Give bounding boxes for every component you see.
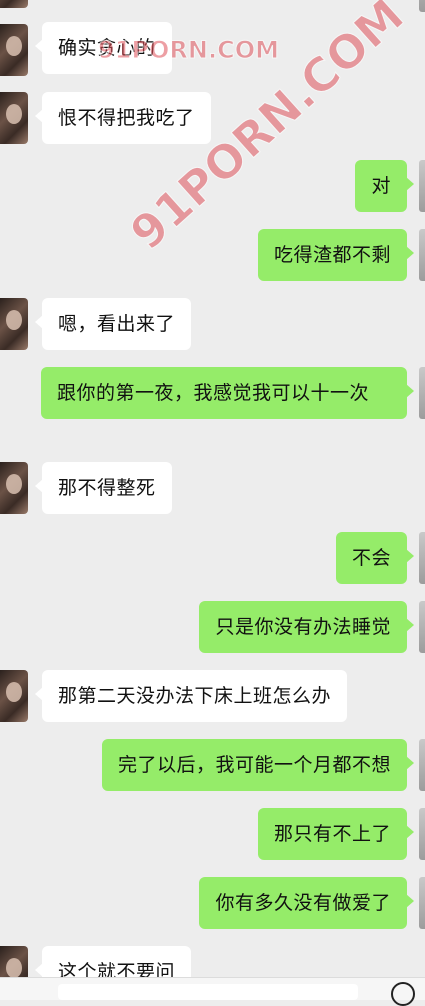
message-bubble-outgoing[interactable]: 你有多久没有做爱了 <box>199 877 414 929</box>
message-bubble-incoming[interactable]: 嗯，看出来了 <box>34 298 192 350</box>
self-avatar[interactable] <box>419 739 425 791</box>
add-icon[interactable] <box>391 982 415 1006</box>
input-bar <box>0 977 425 1006</box>
message-bubble-outgoing[interactable]: 对 <box>355 160 414 212</box>
message-bubble-incoming[interactable]: 那不得整死 <box>35 462 172 514</box>
self-avatar[interactable] <box>419 0 425 12</box>
message-text: 恨不得把我吃了 <box>58 107 195 129</box>
self-avatar[interactable] <box>419 601 425 653</box>
message-text: 只是你没有办法睡觉 <box>215 616 391 638</box>
message-text: 确实贪心的 <box>58 37 156 59</box>
message-text: 你有多久没有做爱了 <box>215 892 391 914</box>
message-text: 那不得整死 <box>58 477 156 499</box>
self-avatar[interactable] <box>419 532 425 584</box>
message-bubble-outgoing[interactable]: 跟你的第一夜，我感觉我可以十一次 <box>41 367 414 419</box>
self-avatar[interactable] <box>419 229 425 281</box>
message-bubble-outgoing[interactable]: 不会 <box>335 532 415 584</box>
message-text: 吃得渣都不剩 <box>273 244 391 266</box>
message-bubble-incoming[interactable]: 确实贪心的 <box>35 22 172 74</box>
message-text: 那只有不上了 <box>273 823 391 845</box>
message-text: 嗯，看出来了 <box>58 313 176 335</box>
message-bubble-outgoing[interactable]: 那只有不上了 <box>257 808 415 860</box>
contact-avatar[interactable] <box>0 298 28 350</box>
message-bubble-outgoing[interactable]: 完了以后，我可能一个月都不想 <box>101 739 415 791</box>
self-avatar[interactable] <box>419 877 425 929</box>
message-input[interactable] <box>58 984 358 1000</box>
message-bubble-incoming[interactable]: 那第二天没办法下床上班怎么办 <box>34 670 348 722</box>
contact-avatar[interactable] <box>0 92 28 144</box>
contact-avatar[interactable] <box>0 462 28 514</box>
message-bubble-outgoing[interactable]: 只是你没有办法睡觉 <box>199 601 414 653</box>
message-text: 完了以后，我可能一个月都不想 <box>117 754 391 776</box>
message-text: 跟你的第一夜，我感觉我可以十一次 <box>57 382 370 404</box>
self-avatar[interactable] <box>419 367 425 419</box>
message-bubble-outgoing[interactable]: 吃得渣都不剩 <box>257 229 415 281</box>
self-avatar[interactable] <box>419 808 425 860</box>
contact-avatar[interactable] <box>0 670 28 722</box>
message-text: 不会 <box>351 547 391 569</box>
message-text: 那第二天没办法下床上班怎么办 <box>58 685 332 707</box>
message-bubble-incoming[interactable]: 恨不得把我吃了 <box>35 92 211 144</box>
self-avatar[interactable] <box>419 160 425 212</box>
contact-avatar[interactable] <box>0 0 28 8</box>
message-text: 对 <box>371 175 391 197</box>
contact-avatar[interactable] <box>0 24 28 76</box>
